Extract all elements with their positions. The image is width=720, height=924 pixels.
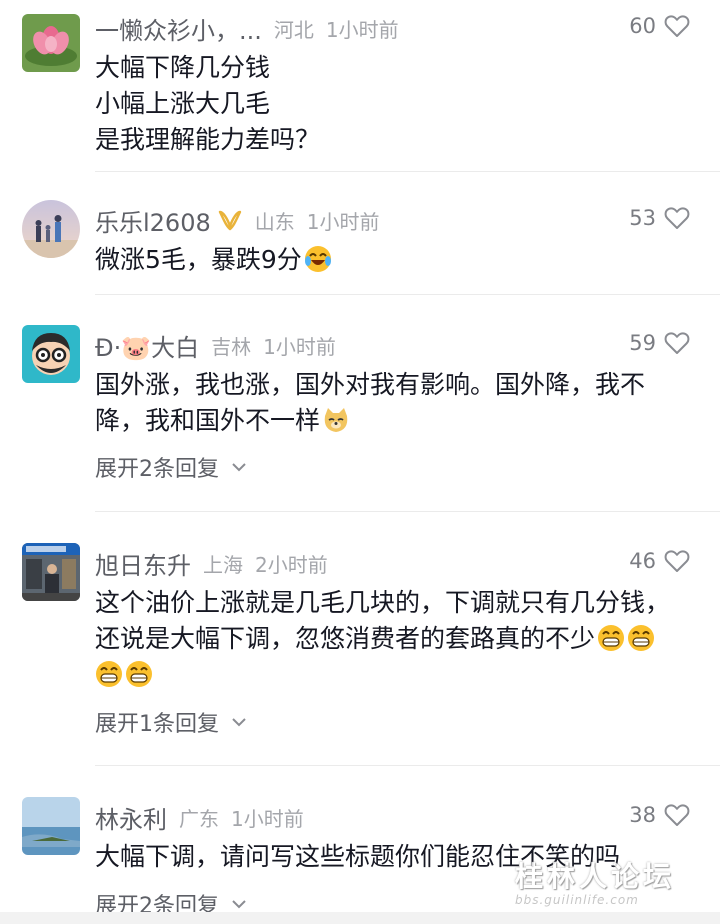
region-label: 山东 [254,209,295,234]
grin-emoji [628,625,655,651]
comment-line: 是我理解能力差吗？ [95,125,321,154]
grin-emoji [96,661,122,687]
divider [95,294,720,295]
comment-text: 大幅下降几分钱 小幅上涨大几毛 是我理解能力差吗？ [95,50,695,158]
username[interactable]: Đ·🐷大白 [95,328,199,363]
smug-doge-emoji [324,408,348,432]
expand-replies-button[interactable]: 展开2条回复 [95,450,247,484]
chevron-down-icon [231,462,247,472]
comment-line: 还说是大幅下调，忽悠消费者的套路真的不少 [95,624,596,653]
like-count: 60 [629,14,656,38]
chevron-down-icon [231,717,247,727]
comment-line: 降，我和国外不一样 [95,406,321,435]
grin-emoji [126,661,152,687]
bottom-bar [0,912,720,924]
timestamp: 1小时前 [231,806,304,831]
expand-replies-label: 展开1条回复 [95,712,219,737]
street-photo-avatar-icon [22,543,80,601]
avatar[interactable] [22,200,80,258]
timestamp: 2小时前 [255,552,328,577]
like-button[interactable]: 59 [629,331,690,355]
heart-icon[interactable] [664,803,690,827]
region-label: 广东 [179,806,219,831]
seascape-avatar-icon [22,797,80,855]
watermark-url: bbs.guilinlife.com [515,893,639,907]
like-count: 59 [629,331,656,355]
username[interactable]: 旭日东升 [95,546,191,581]
like-button[interactable]: 60 [629,14,690,38]
username[interactable]: 乐乐l2608 [95,203,211,238]
cartoon-glasses-avatar-icon [22,325,80,383]
like-button[interactable]: 46 [629,549,690,573]
expand-replies-label: 展开2条回复 [95,457,219,482]
timestamp: 1小时前 [263,334,336,359]
grin-emoji [598,625,625,651]
comment-line: 国外涨，我也涨，国外对我有影响。国外降，我不 [95,370,646,399]
like-button[interactable]: 53 [629,206,690,230]
divider [95,171,720,172]
heart-icon[interactable] [664,14,690,38]
gold-ribbon-badge-icon [217,208,243,232]
comment-text: 国外涨，我也涨，国外对我有影响。国外降，我不 降，我和国外不一样 [95,367,695,439]
avatar[interactable] [22,543,80,601]
like-count: 53 [629,206,656,230]
timestamp: 1小时前 [325,17,399,42]
heart-icon[interactable] [664,206,690,230]
avatar[interactable] [22,325,80,383]
region-label: 吉林 [211,334,252,359]
watermark: 桂林人论坛 bbs.guilinlife.com [515,855,675,907]
region-label: 上海 [203,552,243,577]
comment-text: 微涨5毛，暴跌9分 [95,242,695,278]
watermark-text: 桂林人论坛 [515,860,676,893]
family-beach-avatar-icon [22,200,80,258]
region-label: 河北 [273,17,314,42]
comment-line: 大幅下降几分钱 [95,53,271,82]
like-button[interactable]: 38 [629,803,690,827]
comment-line: 小幅上涨大几毛 [95,89,271,118]
divider [95,765,720,766]
heart-icon[interactable] [664,549,690,573]
laughing-crying-emoji [304,246,331,272]
avatar[interactable] [22,14,80,72]
lotus-avatar-icon [22,14,80,72]
heart-icon[interactable] [664,331,690,355]
timestamp: 1小时前 [306,209,380,234]
like-count: 38 [629,803,656,827]
like-count: 46 [629,549,656,573]
username[interactable]: 林永利 [95,800,167,835]
comment-line: 微涨5毛，暴跌9分 [95,245,302,274]
chevron-down-icon [231,899,247,909]
expand-replies-button[interactable]: 展开1条回复 [95,705,247,739]
divider [95,511,720,512]
username[interactable]: 一懒众衫小，... [95,11,262,46]
avatar[interactable] [22,797,80,855]
comment-line: 这个油价上涨就是几毛几块的，下调就只有几分钱， [95,588,671,617]
comment-text: 这个油价上涨就是几毛几块的，下调就只有几分钱， 还说是大幅下调，忽悠消费者的套路… [95,585,695,693]
